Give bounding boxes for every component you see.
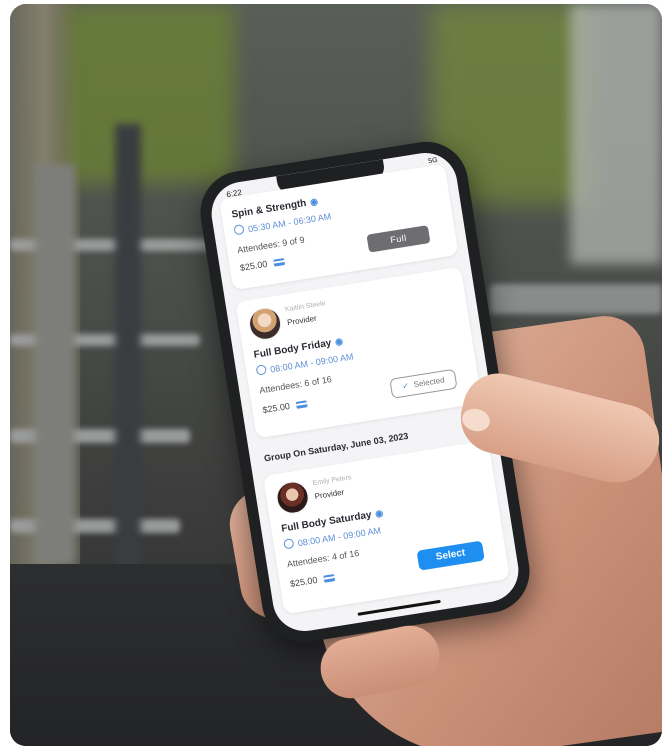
- map-pin-icon[interactable]: ◉: [334, 336, 343, 348]
- clock-icon: [283, 538, 295, 550]
- clock-icon: [233, 223, 245, 236]
- weight-plates: [35, 164, 75, 564]
- background-wall: [570, 4, 662, 264]
- provider-role: Provider: [314, 487, 345, 502]
- credit-card-icon: [322, 574, 335, 583]
- class-attendees: Attendees: 9 of 9: [236, 234, 306, 256]
- home-indicator[interactable]: [357, 599, 441, 616]
- class-card[interactable]: Emily Peters Provider Full Body Saturday…: [262, 440, 510, 615]
- provider-name: Emily Peters: [312, 474, 353, 488]
- map-pin-icon[interactable]: ◉: [309, 196, 318, 208]
- credit-card-icon: [272, 258, 285, 267]
- rack-post: [115, 124, 141, 584]
- gym-machine: [490, 284, 662, 314]
- background-green-wall: [65, 4, 235, 184]
- provider-name: Kaitlin Steele: [284, 300, 327, 314]
- class-price: $25.00: [262, 398, 308, 415]
- clock-icon: [255, 364, 267, 376]
- class-price: $25.00: [289, 572, 335, 589]
- credit-card-icon: [295, 400, 308, 409]
- photo-frame: 6:22 5G Spin & Strength ◉ 05:30 AM - 06:3…: [10, 4, 662, 746]
- class-attendees: Attendees: 6 of 16: [258, 374, 333, 396]
- class-card[interactable]: Kaitlin Steele Provider Full Body Friday…: [235, 266, 483, 439]
- provider-avatar: [274, 479, 311, 516]
- selected-button[interactable]: ✓ Selected: [389, 368, 458, 399]
- checkmark-icon: ✓: [401, 381, 410, 392]
- provider-role: Provider: [286, 313, 318, 328]
- map-pin-icon[interactable]: ◉: [375, 508, 384, 520]
- class-attendees: Attendees: 4 of 16: [286, 547, 360, 570]
- full-button[interactable]: Full: [366, 225, 431, 253]
- status-signal: 5G: [427, 156, 439, 166]
- select-button[interactable]: Select: [416, 540, 485, 571]
- class-price: $25.00: [239, 256, 285, 273]
- provider-avatar: [246, 305, 284, 343]
